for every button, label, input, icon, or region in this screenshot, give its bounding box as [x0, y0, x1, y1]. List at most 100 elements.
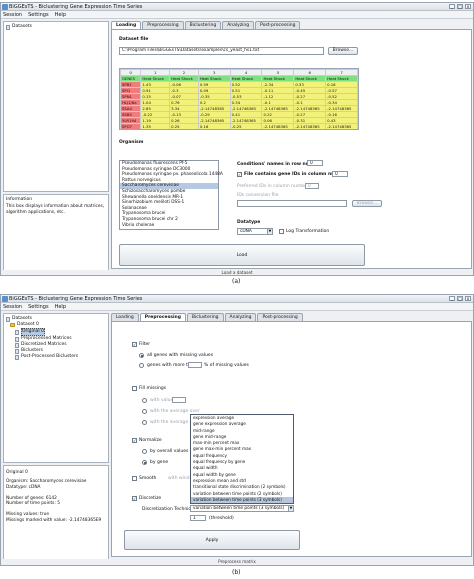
log-transform-label: Log Transformation — [286, 229, 330, 234]
chevron-down-icon: ▼ — [288, 506, 293, 511]
tab-preprocessing-b[interactable]: Preprocessing — [139, 313, 186, 321]
norm-gene-label: by gene — [150, 460, 169, 465]
organism-list[interactable]: Pseudomonas fluorescens Pf-5 Pseudomonas … — [119, 160, 223, 230]
dataset-file-label: Dataset file — [119, 37, 149, 42]
fill-checkbox[interactable] — [132, 386, 137, 391]
close-icon-b[interactable]: x — [465, 296, 471, 301]
datatype-combo[interactable]: cDNA ▼ — [237, 228, 273, 235]
fill-value-input[interactable] — [172, 397, 186, 403]
norm-overall-radio[interactable] — [142, 449, 147, 454]
fill-avg1-radio[interactable] — [142, 409, 147, 414]
data-grid: 0 1 2 3 4 5 6 7 GENES Heat Shock Heat Shock Heat Sh… — [119, 68, 359, 130]
preferred-ids-spinner[interactable]: 0 — [305, 183, 319, 189]
tab-bar-a: Loading Preprocessing Biclustering Analy… — [111, 21, 301, 29]
tab-bar-b: Loading Preprocessing Biclustering Analy… — [111, 313, 303, 321]
table-cell[interactable]: MCM16 — [121, 130, 141, 131]
tab-loading[interactable]: Loading — [111, 21, 142, 29]
tab-loading-b[interactable]: Loading — [111, 313, 139, 321]
table-cell[interactable]: 0.54 — [141, 130, 170, 131]
smooth-label: Smooth — [139, 476, 157, 481]
filter-checkbox[interactable]: ✓ — [132, 342, 137, 347]
dropdown-option[interactable]: variation between time points (2 symbols… — [191, 491, 293, 497]
tab-analyzing-b[interactable]: Analyzing — [224, 313, 257, 321]
menu-help[interactable]: Help — [55, 11, 66, 18]
filter-all-radio[interactable] — [139, 353, 144, 358]
table-cell[interactable]: -2.14748365 — [198, 130, 230, 131]
table-cell[interactable]: -2.14748365 — [262, 130, 294, 131]
threshold-input[interactable]: 1 — [190, 515, 206, 521]
preprocessing-panel: ✓ Filter all genes with missing values g… — [111, 321, 472, 557]
apply-button[interactable]: Apply — [124, 530, 300, 550]
browse-button[interactable]: Browse... — [328, 47, 358, 55]
file-contains-spinner[interactable]: 0 — [332, 171, 348, 177]
maximize-icon-b[interactable]: □ — [457, 296, 463, 301]
disc-tech-label: Discretization Technique — [142, 507, 197, 512]
browse-ids-button[interactable]: Browse... — [352, 200, 382, 207]
normalize-checkbox[interactable]: ✓ — [132, 438, 137, 443]
fill-value-radio[interactable] — [142, 398, 147, 403]
app-icon-b — [2, 296, 8, 302]
menu-session-b[interactable]: Session — [3, 303, 22, 310]
tab-post-processing[interactable]: Post-processing — [255, 21, 301, 29]
menu-settings[interactable]: Settings — [28, 11, 49, 18]
filter-percent-suffix: % of missing values — [204, 363, 249, 368]
caption-a: (a) — [232, 278, 241, 285]
tab-preprocessing[interactable]: Preprocessing — [142, 21, 184, 29]
matrix-icon — [15, 329, 19, 335]
discretize-checkbox[interactable]: ✓ — [132, 496, 137, 501]
tree-node-original-0[interactable]: Original 0 — [6, 328, 106, 336]
fill-avg2-radio[interactable] — [142, 420, 147, 425]
filter-more-radio[interactable] — [139, 363, 144, 368]
table-cell[interactable]: -2.14748365 — [326, 130, 358, 131]
window-title-b: BiGGEsTS - Biclustering Gene Expression … — [9, 296, 143, 302]
menu-settings-b[interactable]: Settings — [28, 303, 49, 310]
load-button[interactable]: Load — [119, 244, 365, 266]
tab-biclustering[interactable]: Biclustering — [184, 21, 222, 29]
list-item[interactable]: Pseudomonas syringae pv. phaseolicola 14… — [120, 172, 223, 178]
tab-biclustering-b[interactable]: Biclustering — [186, 313, 224, 321]
matrix-icon — [15, 354, 19, 360]
chevron-down-icon: ▼ — [267, 229, 272, 234]
conditions-spinner[interactable]: 0 — [307, 160, 323, 166]
table-cell[interactable]: -2.14748365 — [230, 130, 262, 131]
minimize-icon-b[interactable]: _ — [449, 296, 455, 301]
disc-tech-combo[interactable]: variation between time points (3 symbols… — [190, 505, 294, 512]
window-title-a: BiGGEsTS - Biclustering Gene Expression … — [9, 4, 143, 10]
window-controls-b: _ □ x — [449, 296, 471, 301]
log-transform-checkbox[interactable] — [279, 229, 284, 234]
file-contains-checkbox[interactable]: ✓ — [237, 172, 242, 177]
tab-analyzing[interactable]: Analyzing — [222, 21, 255, 29]
smooth-checkbox[interactable] — [132, 476, 137, 481]
tree-panel-a: Datasets — [3, 21, 109, 192]
dropdown-option[interactable]: transitional state discrimination (2 sym… — [191, 484, 293, 490]
filter-percent-input[interactable] — [188, 362, 202, 368]
ids-conversion-input[interactable] — [237, 200, 347, 207]
close-icon[interactable]: x — [465, 4, 471, 9]
preferred-ids-label: Preferred IDs in column number — [237, 184, 309, 189]
table-cell[interactable]: 0.23 — [170, 130, 199, 131]
menu-help-b[interactable]: Help — [55, 303, 66, 310]
tree-node-datasets[interactable]: Datasets — [6, 24, 106, 30]
discretize-label: Discretize — [139, 496, 162, 501]
dropdown-option[interactable]: variation between time points (3 symbols… — [191, 496, 293, 504]
tab-post-processing-b[interactable]: Post-processing — [257, 313, 303, 321]
list-item[interactable]: Vibrio cholerae — [120, 223, 218, 229]
filter-all-label: all genes with missing values — [147, 353, 214, 358]
menu-bar-a: Session Settings Help — [1, 11, 473, 19]
menu-session[interactable]: Session — [3, 11, 22, 18]
folder-icon — [10, 323, 15, 327]
matrix-icon — [15, 348, 19, 354]
info-text-a: This box displays information about matr… — [6, 204, 105, 215]
maximize-icon[interactable]: □ — [457, 4, 463, 9]
loading-panel: Dataset file C:\Program Files\BiGGEsTS\D… — [111, 29, 472, 269]
disc-dropdown-list[interactable]: expression average gene expression averag… — [190, 414, 294, 505]
table-cell[interactable]: -2.14748365 — [294, 130, 326, 131]
fill-label: Fill missings — [139, 386, 167, 391]
dataset-file-input[interactable]: C:\Program Files\BiGGEsTS\Datasets\examp… — [119, 47, 324, 55]
table-row[interactable]: MCM160.540.23-2.14748365-2.14748365-2.14… — [121, 130, 358, 131]
title-bar-b: BiGGEsTS - Biclustering Gene Expression … — [1, 295, 473, 303]
norm-gene-radio[interactable] — [142, 460, 147, 465]
filter-label: Filter — [139, 342, 151, 347]
tree-node-post-processed[interactable]: Post-Processed Biclusters — [6, 354, 106, 360]
minimize-icon[interactable]: _ — [449, 4, 455, 9]
